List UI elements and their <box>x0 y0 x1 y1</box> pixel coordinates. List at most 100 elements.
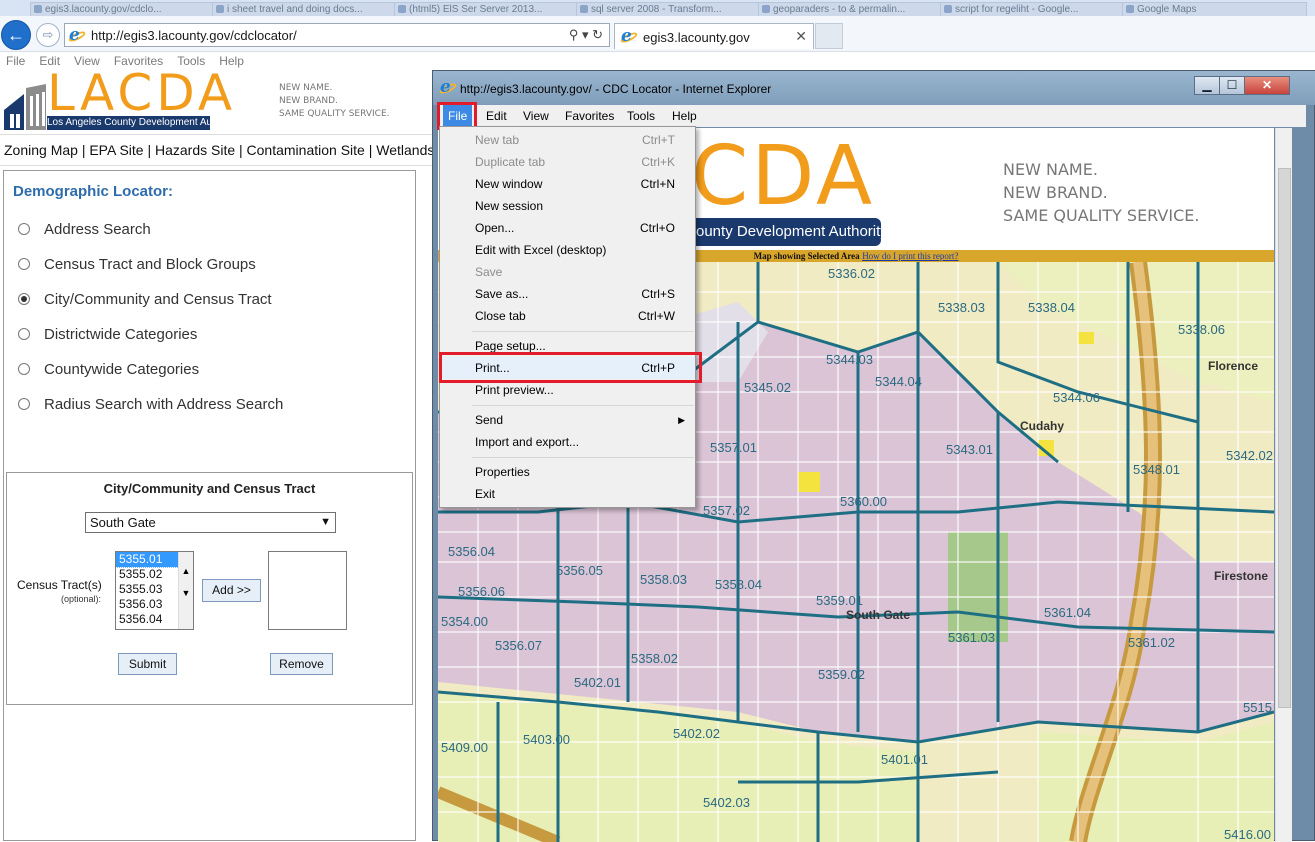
map-place-label: South Gate <box>846 608 910 622</box>
close-tab-icon[interactable]: ✕ <box>795 28 807 45</box>
map-label: 5358.04 <box>715 577 762 592</box>
city-select[interactable]: South Gate ▼ <box>85 512 336 533</box>
map-label: 5356.05 <box>556 563 603 578</box>
map-label: 5361.02 <box>1128 635 1175 650</box>
map-place-label: Florence <box>1208 359 1258 373</box>
census-tracts-label: Census Tract(s) <box>17 578 102 592</box>
menu-item-new-window[interactable]: New window Ctrl+N <box>440 173 695 195</box>
menu-separator <box>472 457 694 458</box>
map-label: 5416.00 <box>1224 827 1271 842</box>
menu-item-exit[interactable]: Exit <box>440 483 695 505</box>
site-links[interactable]: Zoning Map | EPA Site | Hazards Site | C… <box>4 142 432 158</box>
map-label: 5402.03 <box>703 795 750 810</box>
radio-countywide-categories[interactable]: Countywide Categories <box>18 360 199 380</box>
menu-item-edit-with-excel[interactable]: Edit with Excel (desktop) <box>440 239 695 261</box>
map-label: 5402.02 <box>673 726 720 741</box>
map-label: 5348.01 <box>1133 462 1180 477</box>
background-tab-strip: egis3.lacounty.gov/cdclo... i sheet trav… <box>0 0 1315 16</box>
popup-menu-tools[interactable]: Tools <box>622 105 660 127</box>
menu-item-duplicate-tab[interactable]: Duplicate tab Ctrl+K <box>440 151 695 173</box>
map-label: 5409.00 <box>441 740 488 755</box>
close-icon[interactable]: ✕ <box>1244 76 1290 95</box>
background-tab[interactable]: (html5) ElS Ser Server 2013... <box>394 2 579 16</box>
popup-menu-edit[interactable]: Edit <box>481 105 512 127</box>
radio-address-search[interactable]: Address Search <box>18 220 151 240</box>
address-bar[interactable]: e http://egis3.lacounty.gov/cdclocator/ … <box>64 23 610 47</box>
active-tab[interactable]: e egis3.lacounty.gov ✕ <box>614 23 814 49</box>
popup-menu-favorites[interactable]: Favorites <box>560 105 619 127</box>
listbox-scrollbar[interactable]: ▲ ▼ <box>178 552 193 629</box>
radio-districtwide-categories[interactable]: Districtwide Categories <box>18 325 197 345</box>
radio-button[interactable] <box>18 223 30 236</box>
radio-census-tract-block-groups[interactable]: Census Tract and Block Groups <box>18 255 256 275</box>
background-tab[interactable]: Google Maps <box>1122 2 1307 16</box>
site-links-bar[interactable]: Zoning Map | EPA Site | Hazards Site | C… <box>0 134 432 166</box>
radio-radius-search[interactable]: Radius Search with Address Search <box>18 395 283 415</box>
background-tab[interactable]: i sheet travel and doing docs... <box>212 2 397 16</box>
tab-favicon-icon <box>762 5 770 13</box>
map-label: 5359.01 <box>816 593 863 608</box>
submenu-arrow-icon: ▶ <box>678 415 685 425</box>
chevron-up-icon[interactable]: ▲ <box>179 566 193 576</box>
map-label: 5361.04 <box>1044 605 1091 620</box>
submit-button[interactable]: Submit <box>118 653 177 675</box>
active-tab-title: egis3.lacounty.gov <box>643 30 750 45</box>
print-help-link[interactable]: How do I print this report? <box>862 251 958 261</box>
menu-item-new-tab[interactable]: New tab Ctrl+T <box>440 129 695 151</box>
scrollbar-thumb[interactable] <box>1278 168 1291 708</box>
tab-favicon-icon <box>944 5 952 13</box>
menu-item-properties[interactable]: Properties <box>440 461 695 483</box>
popup-menu-view[interactable]: View <box>518 105 554 127</box>
popup-logo-subtitle: ounty Development Authority <box>691 218 881 246</box>
forward-button[interactable]: ⇨ <box>36 23 60 47</box>
map-label: 5356.06 <box>458 584 505 599</box>
map-label: 5358.02 <box>631 651 678 666</box>
selected-tracts-listbox[interactable] <box>268 551 347 630</box>
maximize-icon[interactable]: ☐ <box>1219 76 1245 95</box>
file-menu-dropdown: New tab Ctrl+T Duplicate tab Ctrl+K New wi… <box>439 126 696 508</box>
map-label: 5356.04 <box>448 544 495 559</box>
menu-item-open[interactable]: Open... Ctrl+O <box>440 217 695 239</box>
map-label: 5338.03 <box>938 300 985 315</box>
menu-item-save-as[interactable]: Save as... Ctrl+S <box>440 283 695 305</box>
background-tab[interactable]: egis3.lacounty.gov/cdclo... <box>30 2 215 16</box>
tab-favicon-icon <box>34 5 42 13</box>
background-tab[interactable]: geoparaders - to & permalin... <box>758 2 943 16</box>
popup-title-bar[interactable]: e http://egis3.lacounty.gov/ - CDC Locat… <box>433 71 1315 105</box>
radio-button[interactable] <box>18 328 30 341</box>
address-url[interactable]: http://egis3.lacounty.gov/cdclocator/ <box>91 28 297 43</box>
census-tracts-optional-label: (optional): <box>61 594 102 604</box>
menu-item-save[interactable]: Save <box>440 261 695 283</box>
map-label: 5338.06 <box>1178 322 1225 337</box>
menu-item-import-export[interactable]: Import and export... <box>440 431 695 453</box>
tab-favicon-icon <box>1126 5 1134 13</box>
add-button[interactable]: Add >> <box>202 579 261 602</box>
map-label: 5344.06 <box>1053 390 1100 405</box>
tab-favicon-icon <box>580 5 588 13</box>
radio-button[interactable] <box>18 398 30 411</box>
radio-button-checked[interactable] <box>18 293 30 306</box>
radio-button[interactable] <box>18 363 30 376</box>
menu-file[interactable]: File <box>6 53 25 70</box>
map-label: 5356.07 <box>495 638 542 653</box>
radio-city-community-census-tract[interactable]: City/Community and Census Tract <box>18 290 272 310</box>
census-tract-listbox[interactable]: 5355.01 5355.02 5355.03 5356.03 5356.04 … <box>115 551 194 630</box>
minimize-icon[interactable]: ▁ <box>1194 76 1220 95</box>
address-controls-icon[interactable]: ⚲ ▾ ↻ <box>569 27 603 43</box>
menu-item-close-tab[interactable]: Close tab Ctrl+W <box>440 305 695 327</box>
city-census-subpanel: City/Community and Census Tract South Ga… <box>6 472 413 705</box>
background-tab[interactable]: script for regeliht - Google... <box>940 2 1125 16</box>
back-button[interactable]: ← <box>1 20 31 50</box>
lacda-logo-subtitle: Los Angeles County Development Authority <box>47 116 210 130</box>
radio-button[interactable] <box>18 258 30 271</box>
menu-item-send[interactable]: Send ▶ <box>440 409 695 431</box>
background-tab[interactable]: sql server 2008 - Transform... <box>576 2 761 16</box>
popup-menu-help[interactable]: Help <box>667 105 702 127</box>
remove-button[interactable]: Remove <box>270 653 333 675</box>
back-arrow-icon: ← <box>7 25 25 45</box>
chevron-down-icon[interactable]: ▼ <box>320 513 331 532</box>
new-tab-button[interactable] <box>815 23 843 49</box>
popup-vertical-scrollbar[interactable] <box>1275 128 1292 842</box>
chevron-down-icon[interactable]: ▼ <box>179 588 193 598</box>
menu-item-new-session[interactable]: New session <box>440 195 695 217</box>
